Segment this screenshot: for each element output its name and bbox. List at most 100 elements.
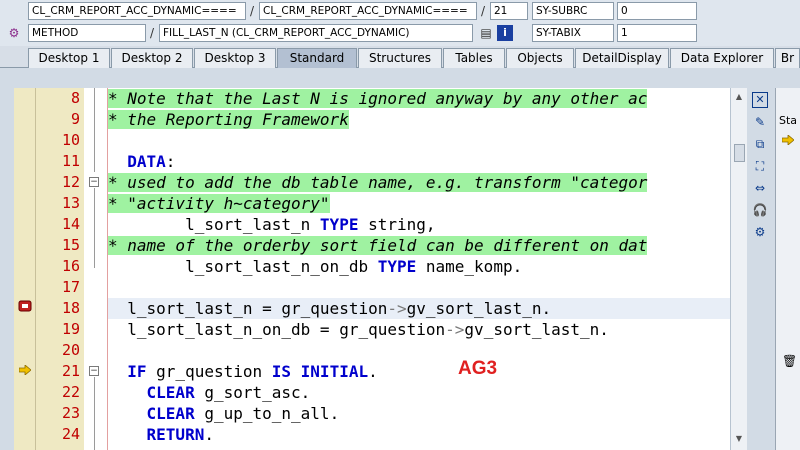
tab-desktop-3[interactable]: Desktop 3 [194,48,276,68]
code-line[interactable]: CLEAR g_up_to_n_all. [108,403,730,424]
line-number: 15 [61,236,80,254]
line-number: 12 [61,173,80,191]
keyword: TYPE [377,257,417,276]
tab-desktop-2[interactable]: Desktop 2 [111,48,193,68]
tab-desktop-1[interactable]: Desktop 1 [28,48,110,68]
include-name-field[interactable]: CL_CRM_REPORT_ACC_DYNAMIC==== [259,2,477,20]
code-line[interactable]: l_sort_last_n TYPE string, [108,214,730,235]
comment-line[interactable]: * "activity h~category" [108,193,730,214]
code-text: * the Reporting Framework [108,110,349,129]
tab-structures[interactable]: Structures [358,48,442,68]
scroll-down-icon[interactable]: ▼ [732,432,746,446]
code-text: * name of the orderby sort field can be … [108,236,648,255]
code-text: -> [445,320,465,339]
keyword: CLEAR [146,404,195,423]
keyword: DATA [127,152,166,171]
line-number: 21 [61,362,80,380]
line-number: 11 [61,152,80,170]
sy-tabix-value[interactable]: 1 [617,24,697,42]
line-number: 19 [61,320,80,338]
tab-objects[interactable]: Objects [506,48,574,68]
goto-source-icon[interactable]: ▤ [478,25,494,41]
trash-icon[interactable]: 🗑 [782,354,797,368]
line-number: 23 [61,404,80,422]
maximize-icon[interactable]: ⛶ [752,158,768,174]
code-line[interactable]: l_sort_last_n_on_db = gr_question->gv_so… [108,319,730,340]
settings-icon[interactable]: ⚙ [752,224,768,240]
code-text: l_sort_last_n_on_db [108,257,378,276]
separator: / [150,26,155,40]
code-line[interactable]: RETURN. [108,424,730,445]
info-icon[interactable]: i [497,25,513,41]
line-number: 8 [70,89,80,107]
tab-data-explorer[interactable]: Data Explorer [670,48,774,68]
scroll-up-icon[interactable]: ▲ [732,90,746,104]
sy-subrc-value[interactable]: 0 [617,2,697,20]
resize-horizontal-icon[interactable]: ⇔ [752,180,768,196]
fold-guide [94,88,95,172]
code-text: l_sort_last_n_on_db = gr_question [108,320,446,339]
code-line[interactable]: DATA: [108,151,730,172]
comment-line[interactable]: * name of the orderby sort field can be … [108,235,730,256]
fold-guide [94,377,95,450]
code-text: * used to add the db table name, e.g. tr… [108,173,648,192]
code-line[interactable] [108,340,730,361]
comment-line[interactable]: * Note that the Last N is ignored anyway… [108,88,730,109]
code-area[interactable]: * Note that the Last N is ignored anyway… [108,88,730,450]
comment-line[interactable]: * the Reporting Framework [108,109,730,130]
event-name-field[interactable]: FILL_LAST_N (CL_CRM_REPORT_ACC_DYNAMIC) [159,24,473,42]
info-row-program: CL_CRM_REPORT_ACC_DYNAMIC==== / CL_CRM_R… [0,0,800,21]
new-doc-icon[interactable]: ✎ [752,114,768,130]
tab-tables[interactable]: Tables [443,48,505,68]
current-line-arrow-icon [14,361,36,382]
code-line[interactable] [108,130,730,151]
code-text: l_sort_last_n [108,215,320,234]
line-number-field[interactable]: 21 [490,2,528,20]
comment-line[interactable]: * used to add the db table name, e.g. tr… [108,172,730,193]
code-line[interactable]: l_sort_last_n_on_db TYPE name_komp. [108,256,730,277]
code-text: * "activity h~category" [108,194,330,213]
separator: / [481,4,486,18]
tab-detail-display[interactable]: DetailDisplay [575,48,669,68]
marker-gutter[interactable] [14,88,36,450]
vertical-scrollbar[interactable]: ▲ ▼ [730,88,747,450]
method-icon: ⚙ [8,26,20,40]
code-text: . [204,425,214,444]
editor-tool-column: ✕ ✎ ⧉ ⛶ ⇔ 🎧 ⚙ [747,88,775,450]
sy-subrc-label[interactable]: SY-SUBRC [532,2,614,20]
fold-toggle-icon[interactable]: − [89,177,99,187]
class-name-field[interactable]: CL_CRM_REPORT_ACC_DYNAMIC==== [28,2,246,20]
line-number: 9 [70,110,80,128]
headset-icon[interactable]: 🎧 [752,202,768,218]
keyword: RETURN [146,425,205,444]
code-text: : [165,152,176,171]
copy-icon[interactable]: ⧉ [752,136,768,152]
sy-tabix-label[interactable]: SY-TABIX [532,24,614,42]
code-text: g_sort_asc. [194,383,311,402]
line-number: 13 [61,194,80,212]
line-number: 24 [61,425,80,443]
fold-toggle-icon[interactable]: − [89,366,99,376]
tab-standard[interactable]: Standard [277,48,357,68]
code-line[interactable]: l_sort_last_n = gr_question->gv_sort_las… [108,298,730,319]
code-line[interactable]: IF gr_question IS INITIAL. [108,361,730,382]
scroll-thumb[interactable] [734,144,745,162]
event-type-field[interactable]: METHOD [28,24,146,42]
line-number: 22 [61,383,80,401]
code-text: name_komp. [416,257,523,276]
separator: / [250,4,255,18]
line-number: 16 [61,257,80,275]
close-editor-icon[interactable]: ✕ [752,92,768,108]
code-line[interactable]: CLEAR g_sort_asc. [108,382,730,403]
side-panel-label: Sta [779,114,798,127]
tab-more[interactable]: Br [775,48,800,68]
code-text: * Note that the Last N is ignored anyway… [108,89,648,108]
code-text: gr_question [146,362,272,381]
code-text: . [368,362,378,381]
breakpoint-stop-icon[interactable] [14,298,36,319]
code-line[interactable] [108,277,730,298]
